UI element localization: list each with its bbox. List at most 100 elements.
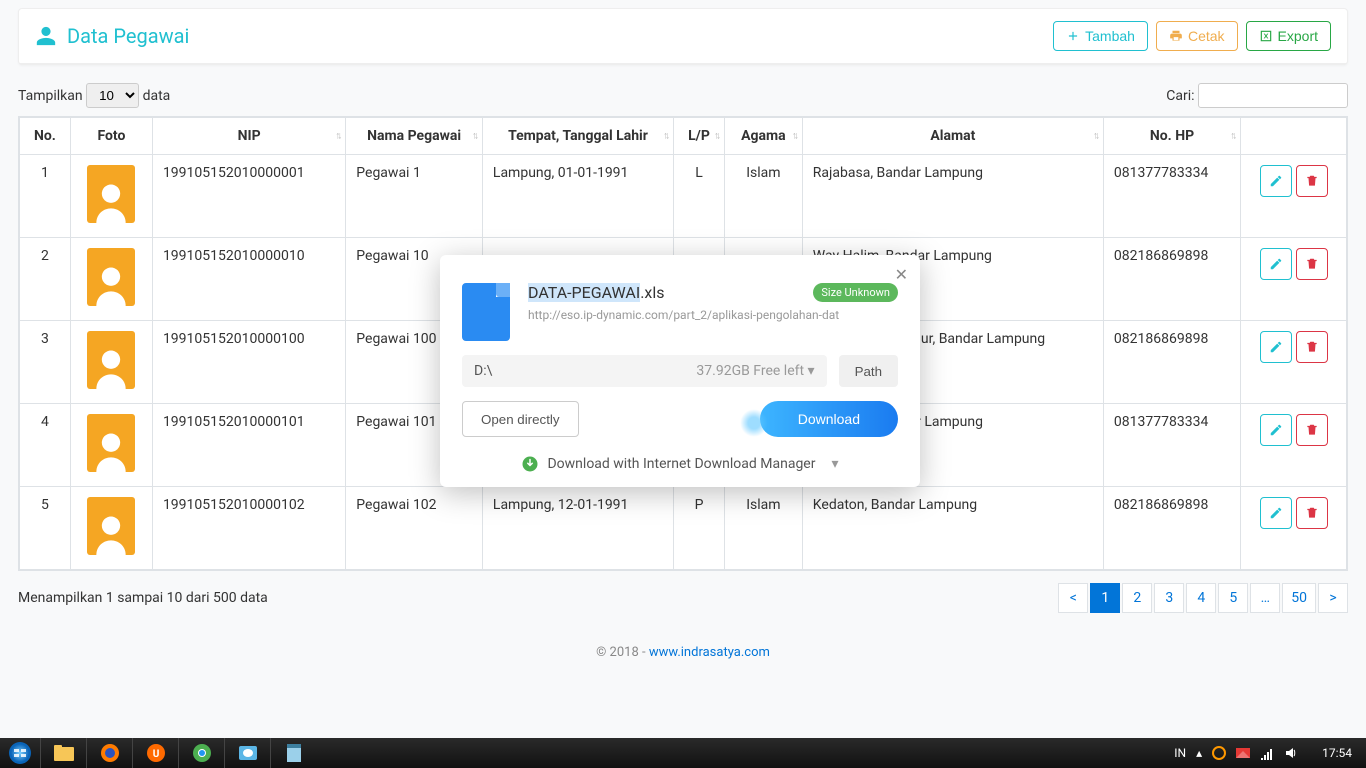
cell-actions — [1241, 321, 1347, 404]
edit-button[interactable] — [1260, 331, 1292, 363]
column-header[interactable]: Foto — [70, 118, 152, 155]
page-link[interactable]: < — [1058, 583, 1088, 613]
cell-nip: 199105152010000100 — [152, 321, 345, 404]
column-header[interactable]: No. HP↑↓ — [1103, 118, 1240, 155]
clock[interactable]: 17:54 — [1308, 746, 1366, 760]
delete-button[interactable] — [1296, 331, 1328, 363]
copyright-link[interactable]: www.indrasatya.com — [649, 645, 770, 660]
edit-button[interactable] — [1260, 165, 1292, 197]
copyright: © 2018 - www.indrasatya.com — [0, 645, 1366, 660]
column-header[interactable]: Nama Pegawai↑↓ — [346, 118, 483, 155]
cell-alamat: Rajabasa, Bandar Lampung — [802, 155, 1103, 238]
cell-no: 4 — [20, 404, 71, 487]
cell-nip: 199105152010000001 — [152, 155, 345, 238]
page-link[interactable]: 1 — [1090, 583, 1120, 613]
path-button[interactable]: Path — [839, 355, 898, 387]
open-directly-button[interactable]: Open directly — [462, 401, 579, 437]
page-link[interactable]: 3 — [1154, 583, 1184, 613]
cell-nip: 199105152010000101 — [152, 404, 345, 487]
edit-button[interactable] — [1260, 497, 1292, 529]
cell-ttl: Lampung, 12-01-1991 — [482, 487, 673, 570]
column-header[interactable]: Alamat↑↓ — [802, 118, 1103, 155]
table-row: 1199105152010000001Pegawai 1Lampung, 01-… — [20, 155, 1347, 238]
delete-button[interactable] — [1296, 248, 1328, 280]
column-header[interactable]: Agama↑↓ — [724, 118, 802, 155]
tray-app-icon[interactable] — [1212, 746, 1226, 760]
download-url: http://eso.ip-dynamic.com/part_2/aplikas… — [528, 308, 898, 322]
idm-label: Download with Internet Download Manager — [547, 456, 815, 472]
export-button[interactable]: Export — [1246, 21, 1331, 51]
taskbar-uc[interactable]: U — [132, 738, 178, 768]
user-icon — [35, 25, 57, 47]
sort-icon: ↑↓ — [1093, 131, 1097, 142]
size-badge: Size Unknown — [813, 283, 898, 302]
avatar — [87, 497, 135, 555]
wifi-icon[interactable] — [1260, 746, 1274, 760]
chevron-down-icon: ▾ — [831, 456, 838, 472]
export-button-label: Export — [1278, 28, 1318, 44]
notepad-icon — [286, 744, 302, 762]
delete-button[interactable] — [1296, 165, 1328, 197]
print-button[interactable]: Cetak — [1156, 21, 1238, 51]
excel-icon — [1259, 29, 1273, 43]
table-info: Menampilkan 1 sampai 10 dari 500 data — [18, 590, 268, 606]
edit-button[interactable] — [1260, 248, 1292, 280]
taskbar: U IN ▴ 17:54 — [0, 738, 1366, 768]
page-link[interactable]: 2 — [1122, 583, 1152, 613]
flag-icon[interactable] — [1236, 746, 1250, 760]
page-link[interactable]: 4 — [1186, 583, 1216, 613]
pagination: <12345…50> — [1058, 583, 1348, 613]
page-length-select[interactable]: 10 — [86, 83, 139, 108]
path-input[interactable]: D:\ 37.92GB Free left ▾ — [462, 355, 827, 387]
paint-icon — [239, 744, 257, 762]
close-icon[interactable]: ✕ — [895, 265, 908, 284]
column-header[interactable]: Tempat, Tanggal Lahir↑↓ — [482, 118, 673, 155]
delete-button[interactable] — [1296, 497, 1328, 529]
edit-button[interactable] — [1260, 414, 1292, 446]
search-input[interactable] — [1198, 83, 1348, 108]
cell-actions — [1241, 404, 1347, 487]
column-header[interactable]: No. — [20, 118, 71, 155]
cell-alamat: Kedaton, Bandar Lampung — [802, 487, 1103, 570]
sort-icon: ↑↓ — [663, 131, 667, 142]
column-header[interactable]: L/P↑↓ — [674, 118, 725, 155]
cell-agama: Islam — [724, 155, 802, 238]
page-link[interactable]: > — [1318, 583, 1348, 613]
taskbar-explorer[interactable] — [40, 738, 86, 768]
file-icon — [462, 283, 510, 341]
cell-lp: P — [674, 487, 725, 570]
download-button[interactable]: Download — [760, 401, 898, 437]
idm-row[interactable]: Download with Internet Download Manager … — [440, 451, 920, 473]
language-indicator[interactable]: IN — [1174, 746, 1186, 760]
page-link[interactable]: 50 — [1282, 583, 1316, 613]
start-button[interactable] — [0, 738, 40, 768]
delete-button[interactable] — [1296, 414, 1328, 446]
taskbar-chrome[interactable] — [178, 738, 224, 768]
svg-text:U: U — [152, 749, 159, 760]
cell-no: 5 — [20, 487, 71, 570]
add-button-label: Tambah — [1085, 28, 1135, 44]
sort-icon: ↑↓ — [1230, 131, 1234, 142]
show-prefix-label: Tampilkan — [18, 88, 83, 104]
taskbar-paint[interactable] — [224, 738, 270, 768]
volume-icon[interactable] — [1284, 746, 1298, 760]
idm-icon — [521, 455, 539, 473]
taskbar-notepad[interactable] — [270, 738, 316, 768]
chrome-icon — [193, 744, 211, 762]
page-link[interactable]: … — [1250, 583, 1280, 613]
add-button[interactable]: Tambah — [1053, 21, 1148, 51]
sort-icon: ↑↓ — [472, 131, 476, 142]
cell-hp: 081377783334 — [1103, 155, 1240, 238]
taskbar-firefox[interactable] — [86, 738, 132, 768]
sort-icon: ↑↓ — [335, 131, 339, 142]
table-row: 5199105152010000102Pegawai 102Lampung, 1… — [20, 487, 1347, 570]
tray-chevron-icon[interactable]: ▴ — [1196, 746, 1202, 760]
cell-actions — [1241, 487, 1347, 570]
avatar — [87, 165, 135, 223]
column-header[interactable]: NIP↑↓ — [152, 118, 345, 155]
firefox-icon — [101, 744, 119, 762]
cell-no: 2 — [20, 238, 71, 321]
download-filename: DATA-PEGAWAI.xls — [528, 283, 665, 302]
column-header[interactable] — [1241, 118, 1347, 155]
page-link[interactable]: 5 — [1218, 583, 1248, 613]
